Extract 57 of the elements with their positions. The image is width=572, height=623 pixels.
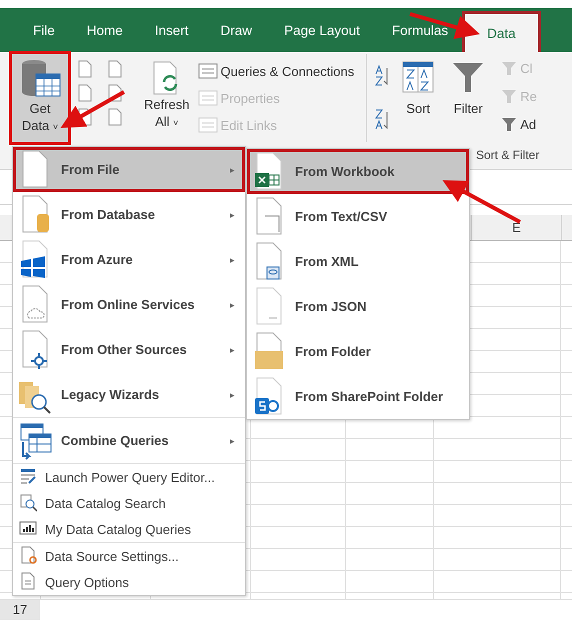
menu-item[interactable]: From Azure ▸ xyxy=(13,237,245,282)
sort-table-icon xyxy=(401,60,436,94)
funnel-icon xyxy=(451,60,486,94)
funnel-icon xyxy=(501,60,518,76)
menu-item[interactable]: From Online Services ▸ xyxy=(13,282,245,327)
row-header[interactable]: 17 xyxy=(0,600,40,620)
menu-item[interactable]: Legacy Wizards ▸ xyxy=(13,372,245,417)
filter-button[interactable]: Filter xyxy=(443,54,494,117)
ribbon-tab[interactable]: File xyxy=(18,8,70,52)
ribbon-tab[interactable]: Draw xyxy=(206,8,268,52)
menu-item[interactable]: From JSON xyxy=(247,284,469,329)
submenu-arrow: ▸ xyxy=(230,254,235,264)
ribbon-tab[interactable]: Insert xyxy=(140,8,204,52)
page-gear-icon xyxy=(19,546,37,566)
funnel-icon xyxy=(501,116,518,132)
menu-item[interactable]: From Folder xyxy=(247,329,469,374)
menu-item[interactable]: My Data Catalog Queries xyxy=(13,516,245,542)
refresh-all-button[interactable]: Refresh All ˅ xyxy=(134,54,194,132)
menu-item[interactable]: Combine Queries ▸ xyxy=(13,418,245,463)
column-header[interactable]: E xyxy=(471,215,562,240)
group-label: Sort & Filter xyxy=(476,148,540,162)
ribbon-tab[interactable]: Home xyxy=(72,8,138,52)
document-icon xyxy=(106,60,124,78)
ribbon-tab[interactable]: Page Layout xyxy=(269,8,375,52)
submenu-arrow: ▸ xyxy=(230,436,235,446)
submenu-arrow: ▸ xyxy=(230,390,235,400)
submenu-arrow: ▸ xyxy=(230,344,235,354)
submenu-arrow: ▸ xyxy=(230,210,235,220)
ribbon-tab[interactable]: Formulas xyxy=(376,8,464,52)
menu-item[interactable]: From Other Sources ▸ xyxy=(13,327,245,372)
sort-button[interactable]: Sort xyxy=(393,54,444,117)
menu-item[interactable]: From Database ▸ xyxy=(13,192,245,237)
menu-item[interactable]: From SharePoint Folder xyxy=(247,374,469,419)
get-data-button[interactable]: Get Data ˅ xyxy=(12,54,68,142)
menu-item[interactable]: Data Catalog Search xyxy=(13,490,245,516)
menu-item[interactable]: Launch Power Query Editor... xyxy=(13,464,245,490)
document-icon xyxy=(76,84,94,102)
submenu-arrow: ▸ xyxy=(230,300,235,310)
menu-item[interactable]: Query Options xyxy=(13,569,245,595)
menu-item[interactable]: From XML xyxy=(247,239,469,284)
menu-item[interactable]: From Text/CSV xyxy=(247,194,469,239)
funnel-icon xyxy=(501,88,518,104)
search-icon xyxy=(19,493,37,513)
list-icon xyxy=(198,116,218,134)
list-icon xyxy=(198,89,218,107)
menu-item[interactable]: From File ▸ xyxy=(13,147,245,192)
document-icon xyxy=(76,60,94,78)
submenu-arrow: ▸ xyxy=(230,164,235,174)
menu-item[interactable]: Data Source Settings... xyxy=(13,543,245,569)
menu-item[interactable]: From Workbook xyxy=(247,149,469,194)
ribbon-tab[interactable]: Data xyxy=(465,14,538,52)
document-icon xyxy=(106,108,124,126)
list-icon xyxy=(198,62,218,80)
page-icon xyxy=(19,572,37,592)
ribbon-command[interactable]: Queries & Connections xyxy=(198,62,354,80)
ribbon-command[interactable]: Ad xyxy=(501,116,537,132)
annotation-arrow xyxy=(60,90,125,128)
